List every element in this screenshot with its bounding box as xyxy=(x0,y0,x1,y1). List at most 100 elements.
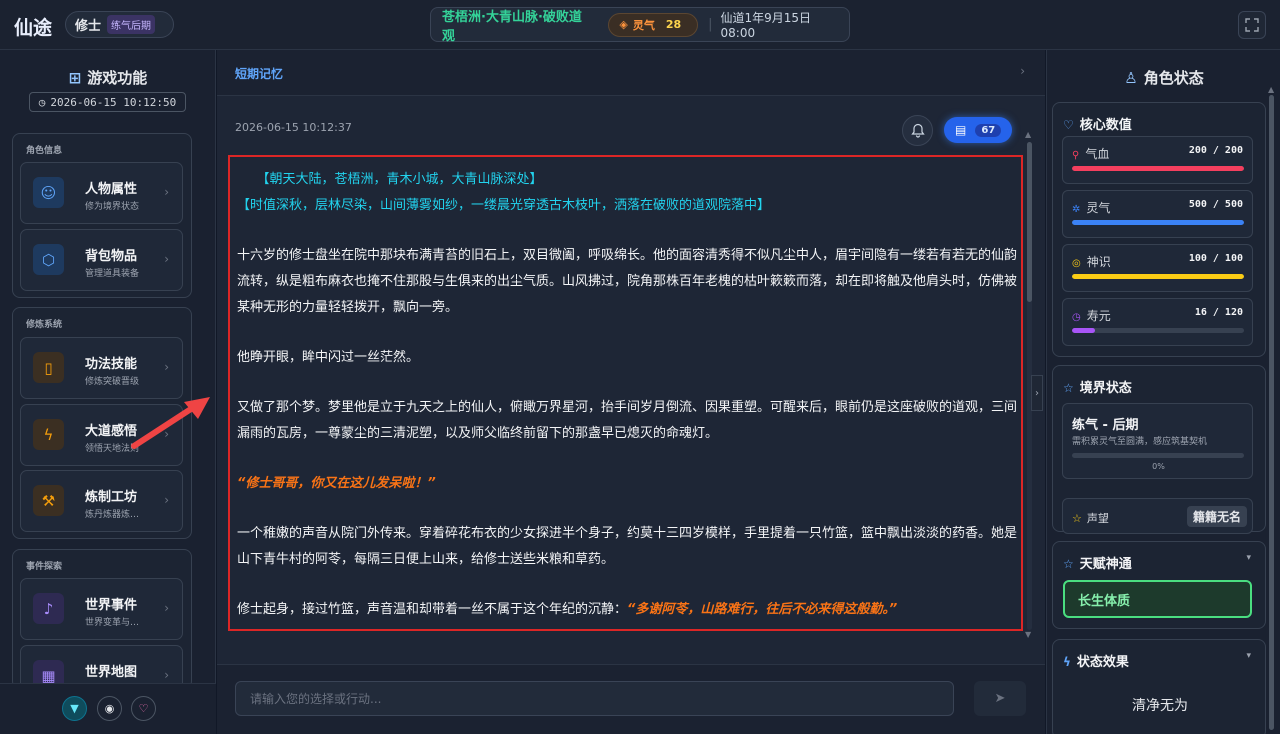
story-paragraph: 十六岁的修士盘坐在院中那块布满青苔的旧石上，双目微阖，呼吸绵长。他的面容清秀得不… xyxy=(237,248,1018,315)
clock-icon: ◷ xyxy=(1072,312,1081,323)
scroll-thumb[interactable] xyxy=(1269,95,1274,730)
short-term-memory-bar[interactable]: 短期记忆 › xyxy=(217,50,1045,96)
annotation-arrow-icon xyxy=(131,397,210,449)
stat-value: 100 / 100 xyxy=(1188,253,1243,264)
effects-title: 状态效果 xyxy=(1076,655,1129,670)
stat-label: ✲ 灵气 xyxy=(1072,199,1110,216)
menu-techniques[interactable]: ▯ 功法技能 修炼突破晋级 › xyxy=(20,337,183,399)
realm-progress-text: 0% xyxy=(1152,462,1165,471)
book-icon: ▯ xyxy=(33,352,64,383)
story-text: 修士起身，接过竹篮，声音温和却带着一丝不属于这个年纪的沉静： xyxy=(237,602,628,617)
chevron-right-icon: › xyxy=(164,601,169,615)
main-story-panel: 短期记忆 › 2026-06-15 10:12:37 ▤ 67 【朝天大陆，苍梧… xyxy=(217,50,1045,734)
section-character-info: 角色信息 ☺ 人物属性 修为境界状态 › ⬡ 背包物品 管理道具装备 › xyxy=(12,133,192,298)
collapse-right-toggle[interactable]: › xyxy=(1031,375,1043,411)
star-icon: ☆ xyxy=(1063,381,1074,395)
message-timestamp: 2026-06-15 10:12:37 xyxy=(235,121,352,134)
section-label: 修炼系统 xyxy=(26,320,63,330)
heart-icon: ♡ xyxy=(138,702,149,715)
talent-card[interactable]: ☆ 天赋神通 ▾ 长生体质 xyxy=(1052,541,1266,629)
person-icon: ☺ xyxy=(33,177,64,208)
realm-box: 练气 - 后期 需积累灵气至圆满，感应筑基契机 0% xyxy=(1062,403,1253,479)
stat-row: ◷ 寿元 16 / 120 xyxy=(1062,298,1253,346)
fullscreen-icon xyxy=(1245,18,1259,32)
action-input[interactable] xyxy=(235,681,954,716)
stat-value: 500 / 500 xyxy=(1188,199,1243,210)
fame-row: ☆ 声望 籍籍无名 xyxy=(1062,498,1253,534)
bell-icon: ♪ xyxy=(33,593,64,624)
effects-card[interactable]: ϟ 状态效果 ▾ 清净无为 xyxy=(1052,639,1266,734)
section-events: 事件探索 ♪ 世界事件 世界变革与… › ▦ 世界地图 › xyxy=(12,549,192,689)
stat-label-text: 神识 xyxy=(1086,255,1111,269)
menu-character-attributes[interactable]: ☺ 人物属性 修为境界状态 › xyxy=(20,162,183,224)
stat-value: 16 / 120 xyxy=(1194,307,1243,318)
menu-crafting[interactable]: ⚒ 炼制工坊 炼丹炼器炼… › xyxy=(20,470,183,532)
fame-label-text: 声望 xyxy=(1086,512,1109,525)
scroll-up-icon: ▲ xyxy=(1025,130,1032,139)
chevron-right-icon: › xyxy=(164,493,169,507)
right-title-text: 角色状态 xyxy=(1143,69,1204,87)
game-datetime: 仙道1年9月15日 08:00 xyxy=(720,11,812,40)
menu-subtitle: 世界变革与… xyxy=(85,618,140,628)
stat-label-text: 气血 xyxy=(1085,147,1110,161)
heart-button[interactable]: ♡ xyxy=(131,696,156,721)
memory-count-button[interactable]: ▤ 67 xyxy=(944,117,1012,143)
chevron-right-icon: › xyxy=(1020,64,1025,78)
app-logo: 仙途 xyxy=(14,17,53,39)
stat-bar xyxy=(1072,328,1244,333)
stat-bar-fill xyxy=(1072,220,1244,225)
memory-label: 短期记忆 xyxy=(235,67,284,81)
lightning-icon: ϟ xyxy=(1063,655,1071,669)
stat-label-text: 寿元 xyxy=(1086,309,1111,323)
realtime-clock: ◷ 2026-06-15 10:12:50 xyxy=(29,92,186,112)
stat-label-text: 灵气 xyxy=(1086,201,1111,215)
story-paragraph: 又做了那个梦。梦里他是立于九天之上的仙人，俯瞰万界星河，抬手间岁月倒流、因果重塑… xyxy=(237,400,1018,441)
stat-bar xyxy=(1072,220,1244,225)
vue-icon: ▼ xyxy=(70,702,79,715)
menu-title: 世界事件 xyxy=(85,598,138,613)
talent-chip[interactable]: 长生体质 xyxy=(1063,580,1252,618)
card-heading: ♡ 核心数值 xyxy=(1063,114,1132,133)
section-label: 角色信息 xyxy=(26,146,63,156)
star-icon: ☆ xyxy=(1072,512,1082,525)
menu-title: 背包物品 xyxy=(85,249,138,264)
story-paragraph: 修士起身，接过竹篮，声音温和却带着一丝不属于这个年纪的沉静：“多谢阿苓，山路难行… xyxy=(237,597,1021,623)
section-label: 事件探索 xyxy=(26,562,63,572)
notification-button[interactable] xyxy=(902,115,933,146)
collapse-icon[interactable]: ▾ xyxy=(1246,553,1251,563)
card-heading: ☆ 天赋神通 xyxy=(1063,553,1132,572)
scroll-down-icon: ▼ xyxy=(1025,630,1032,639)
menu-subtitle: 修炼突破晋级 xyxy=(85,377,140,387)
chevron-right-icon: › xyxy=(164,252,169,266)
story-paragraph: 他睁开眼，眸中闪过一丝茫然。 xyxy=(237,350,420,365)
chevron-right-icon: › xyxy=(1035,387,1039,399)
left-title-text: 游戏功能 xyxy=(87,69,148,87)
realm-card: ☆ 境界状态 练气 - 后期 需积累灵气至圆满，感应筑基契机 0% ☆ 声望 籍籍无… xyxy=(1052,365,1266,534)
collapse-icon[interactable]: ▾ xyxy=(1246,651,1251,661)
menu-world-events[interactable]: ♪ 世界事件 世界变革与… › xyxy=(20,578,183,640)
left-sidebar: ⊞ 游戏功能 ◷ 2026-06-15 10:12:50 角色信息 ☺ 人物属性 … xyxy=(0,50,216,734)
scroll-thumb[interactable] xyxy=(1027,142,1032,302)
menu-inventory[interactable]: ⬡ 背包物品 管理道具装备 › xyxy=(20,229,183,291)
location-text: 苍梧洲·大青山脉·破败道观 xyxy=(442,9,582,44)
menu-title: 世界地图 xyxy=(85,665,138,680)
send-button[interactable]: ➤ xyxy=(974,681,1026,716)
location-status-pill: 苍梧洲·大青山脉·破败道观 ◈ 灵气 28 | 仙道1年9月15日 08:00 xyxy=(430,7,850,44)
lingqi-label: 灵气 xyxy=(632,18,655,32)
fame-value: 籍籍无名 xyxy=(1186,506,1247,527)
cube-icon: ⬡ xyxy=(33,244,64,275)
fullscreen-button[interactable] xyxy=(1238,11,1266,39)
lingqi-value: 28 xyxy=(665,18,682,31)
right-sidebar: ♙ 角色状态 ♡ 核心数值 ⚲ 气血 200 / 200 ✲ 灵气 500 / 500 ◎ 神识 1… xyxy=(1046,50,1280,734)
top-bar: 仙途 修士 练气后期 苍梧洲·大青山脉·破败道观 ◈ 灵气 28 | 仙道1年9… xyxy=(0,0,1280,50)
core-stats-card: ♡ 核心数值 ⚲ 气血 200 / 200 ✲ 灵气 500 / 500 ◎ 神识 100 / 1… xyxy=(1052,102,1266,357)
fame-label: ☆ 声望 xyxy=(1072,510,1109,526)
grid-icon: ⊞ xyxy=(68,69,82,87)
scene-location-line: 【朝天大陆，苍梧洲，青木小城，大青山脉深处】 xyxy=(237,172,543,187)
vue-icon-button[interactable]: ▼ xyxy=(62,696,87,721)
github-button[interactable]: ◉ xyxy=(97,696,122,721)
realm-description: 需积累灵气至圆满，感应筑基契机 xyxy=(1072,437,1208,447)
stat-bar-fill xyxy=(1072,166,1244,171)
stat-label: ◎ 神识 xyxy=(1072,253,1111,270)
player-chip[interactable]: 修士 练气后期 xyxy=(65,11,174,38)
